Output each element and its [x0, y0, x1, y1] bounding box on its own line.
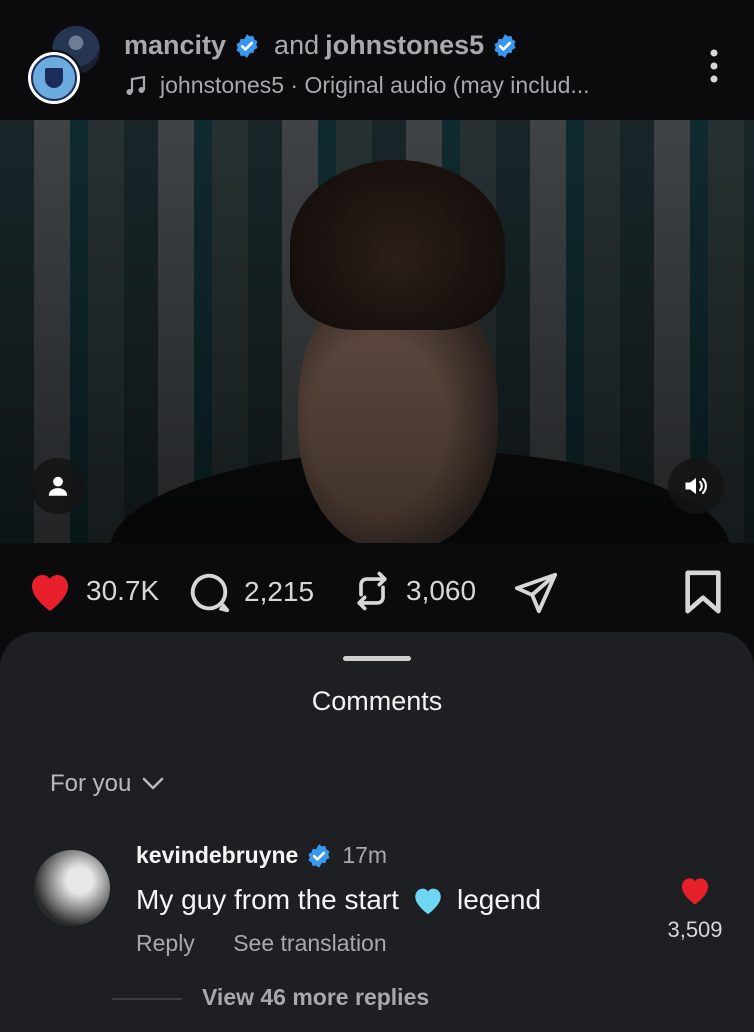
heart-filled-icon: [32, 575, 68, 611]
post-action-bar: 30.7K 2,215 3,060: [0, 543, 754, 643]
see-translation-button[interactable]: See translation: [233, 930, 386, 956]
chevron-down-icon: [143, 777, 164, 790]
repost-count: 3,060: [406, 575, 477, 606]
heart-filled-icon: [681, 878, 709, 905]
audio-link[interactable]: johnstones5 · Original audio (may includ…: [124, 72, 590, 99]
speaker-icon: [685, 477, 707, 495]
commenter-avatar[interactable]: [34, 850, 110, 926]
comments-sort-dropdown[interactable]: For you: [50, 770, 165, 798]
comment-bubble-icon: [190, 573, 230, 613]
verified-icon: [494, 33, 516, 58]
audio-text: johnstones5 · Original audio (may includ…: [160, 72, 590, 98]
commenter-username[interactable]: kevindebruyne: [136, 842, 298, 869]
comments-title: Comments: [311, 686, 443, 716]
light-blue-heart-emoji-icon: [415, 888, 441, 915]
comment-like-button[interactable]: 3,509: [660, 874, 730, 943]
post-authors: mancity and johnstones5: [124, 30, 518, 61]
mancity-crest-icon: [31, 55, 77, 101]
comment-text-end: legend: [456, 884, 542, 915]
view-more-replies-button[interactable]: View 46 more replies: [202, 984, 429, 1011]
author-johnstones5[interactable]: johnstones5: [325, 30, 484, 61]
comment-like-count: 3,509: [667, 917, 723, 942]
comment-text-start: My guy from the start: [136, 884, 399, 915]
comment-button[interactable]: 2,215: [186, 569, 314, 615]
comment-text: My guy from the start legend: [136, 884, 541, 916]
mute-toggle-button[interactable]: [668, 458, 724, 514]
comment-timestamp: 17m: [342, 842, 388, 868]
save-button[interactable]: [682, 569, 736, 615]
collab-avatars[interactable]: [26, 26, 108, 106]
sort-label: For you: [50, 770, 132, 797]
music-note-icon: [126, 75, 146, 95]
tagged-people-button[interactable]: [30, 458, 86, 514]
mancity-avatar: [26, 50, 82, 106]
comment-count: 2,215: [244, 576, 315, 607]
authors-connector: and: [274, 30, 320, 60]
comment-header: kevindebruyne 17m: [136, 842, 387, 869]
repost-icon: [357, 571, 387, 611]
like-count: 30.7K: [86, 575, 160, 606]
reply-button[interactable]: Reply: [136, 930, 195, 956]
video-player[interactable]: [0, 120, 754, 543]
like-button[interactable]: 30.7K: [26, 569, 159, 613]
author-mancity[interactable]: mancity: [124, 30, 226, 61]
sheet-drag-handle[interactable]: [343, 656, 411, 661]
replies-divider: [112, 998, 182, 1000]
comments-sheet: Comments For you kevindebruyne 17m My gu…: [0, 632, 754, 1032]
verified-icon: [308, 843, 330, 868]
more-options-icon[interactable]: [708, 48, 720, 84]
bookmark-icon: [685, 570, 721, 614]
comment-actions: Reply See translation: [136, 930, 419, 957]
share-button[interactable]: [512, 569, 572, 615]
send-icon: [514, 572, 558, 614]
repost-button[interactable]: 3,060: [350, 569, 476, 613]
person-icon: [48, 476, 68, 496]
post-header: mancity and johnstones5 johnstones5 · Or…: [0, 0, 754, 120]
verified-icon: [236, 33, 258, 58]
